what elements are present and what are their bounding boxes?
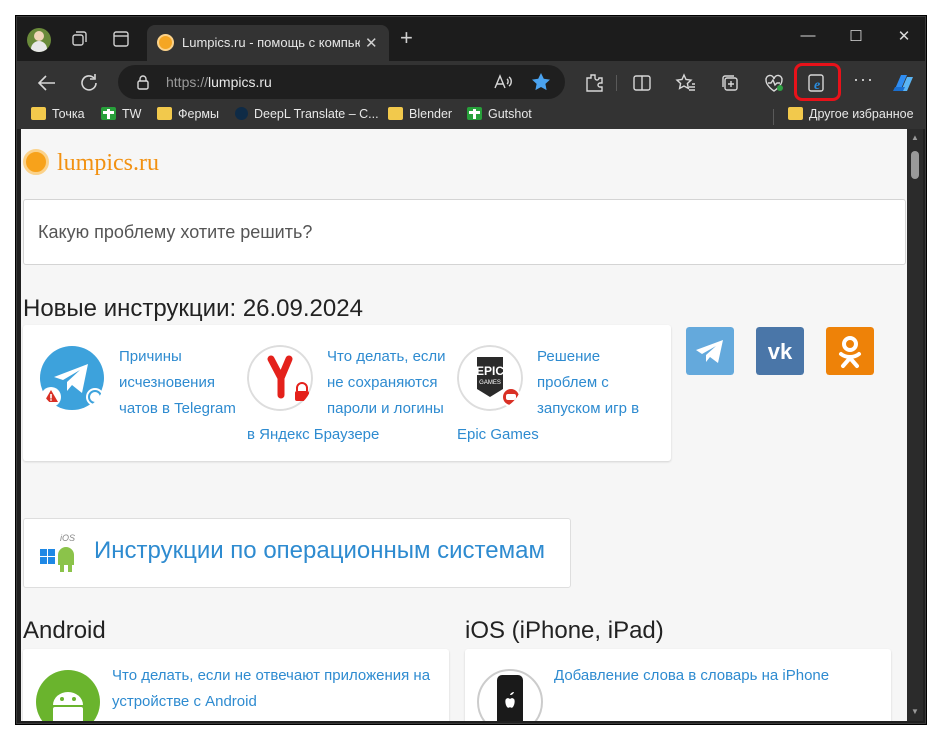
android-thumb-icon[interactable]	[35, 669, 101, 721]
vk-social-icon[interactable]: vk	[756, 327, 804, 375]
android-heading: Android	[23, 617, 106, 644]
collections-icon[interactable]	[719, 72, 741, 94]
news-item-yandex[interactable]: Что делать, если не сохраняются пароли и…	[247, 325, 457, 461]
telegram-thumb-icon[interactable]	[39, 345, 105, 411]
copilot-icon[interactable]	[889, 69, 917, 97]
news-link-yandex[interactable]: Что делать, если не сохраняются пароли и…	[327, 344, 457, 422]
profile-avatar[interactable]	[27, 28, 51, 52]
bookmark-other-favorites[interactable]: Другое избранное	[788, 107, 914, 127]
toolbar: https://lumpics.ru e ···	[17, 61, 925, 105]
bookmark-site-icon	[101, 107, 116, 120]
scroll-thumb[interactable]	[911, 151, 919, 179]
more-menu-icon[interactable]: ···	[853, 69, 875, 91]
ios-article-link[interactable]: Добавление слова в словарь на iPhone	[554, 663, 884, 689]
bookmarks-bar: Точка TW Фермы DeepL Translate – C... Bl…	[17, 105, 925, 129]
search-input[interactable]	[38, 220, 838, 244]
ios-heading: iOS (iPhone, iPad)	[465, 617, 664, 644]
news-card: Причины исчезновения чатов в Telegram Чт…	[23, 325, 671, 461]
search-box[interactable]	[23, 199, 906, 265]
back-icon[interactable]	[35, 71, 59, 95]
bookmark-blender[interactable]: Blender	[388, 107, 452, 127]
news-link-telegram[interactable]: Причины исчезновения чатов в Telegram	[119, 344, 249, 422]
workspaces-icon[interactable]	[69, 29, 89, 49]
new-tab-icon[interactable]: +	[400, 27, 413, 49]
news-item-epic[interactable]: EPIC GAMES Решение проблем с запуском игр…	[457, 325, 667, 461]
browser-window: Lumpics.ru - помощь с компьютером ✕ + — …	[16, 16, 926, 724]
iphone-thumb-icon[interactable]	[477, 669, 543, 721]
epic-logo-line2: GAMES	[479, 380, 501, 386]
yandex-browser-thumb-icon[interactable]	[247, 345, 313, 411]
news-link-yandex-tail[interactable]: в Яндекс Браузере	[247, 422, 457, 448]
title-bar: Lumpics.ru - помощь с компьютером ✕ + — …	[17, 17, 925, 61]
bookmark-tw[interactable]: TW	[101, 107, 141, 127]
bookmark-site-icon	[467, 107, 482, 120]
telegram-social-icon[interactable]	[686, 327, 734, 375]
new-instructions-heading: Новые инструкции: 26.09.2024	[23, 295, 363, 322]
ie-mode-icon[interactable]: e	[806, 72, 828, 94]
news-link-epic[interactable]: Решение проблем с запуском игр в	[537, 344, 667, 422]
os-instructions-title[interactable]: Инструкции по операционным системам	[94, 537, 545, 565]
refresh-icon[interactable]	[77, 71, 101, 95]
ios-article-card[interactable]: Добавление слова в словарь на iPhone	[465, 649, 891, 721]
favorites-icon[interactable]	[675, 72, 697, 94]
bookmark-tochka[interactable]: Точка	[31, 107, 85, 127]
extensions-icon[interactable]	[583, 72, 605, 94]
epic-games-thumb-icon[interactable]: EPIC GAMES	[457, 345, 523, 411]
android-article-card[interactable]: Что делать, если не отвечают приложения …	[23, 649, 449, 721]
android-article-link[interactable]: Что делать, если не отвечают приложения …	[112, 663, 452, 715]
os-instructions-card[interactable]: iOS Инструкции по операционным системам	[23, 518, 571, 588]
news-link-epic-tail[interactable]: Epic Games	[457, 422, 667, 448]
page-scrollbar[interactable]: ▲ ▼	[907, 129, 923, 721]
tab-close-icon[interactable]: ✕	[365, 34, 378, 52]
split-screen-icon[interactable]	[631, 72, 653, 94]
address-bar[interactable]: https://lumpics.ru	[118, 65, 565, 99]
page-content: lumpics.ru Новые инструкции: 26.09.2024 …	[21, 129, 907, 721]
ok-social-icon[interactable]	[826, 327, 874, 375]
deepl-icon	[235, 107, 248, 120]
bookmark-deepl[interactable]: DeepL Translate – C...	[235, 107, 379, 127]
favorite-star-icon[interactable]	[530, 71, 552, 93]
scroll-up-arrow-icon[interactable]: ▲	[911, 133, 919, 142]
svg-text:e: e	[814, 78, 820, 93]
epic-logo-line1: EPIC	[476, 364, 504, 378]
read-aloud-icon[interactable]	[492, 71, 514, 93]
close-window-icon[interactable]: ✕	[893, 27, 915, 49]
scroll-down-arrow-icon[interactable]: ▼	[911, 707, 919, 716]
folder-icon	[788, 107, 803, 120]
tab-active[interactable]: Lumpics.ru - помощь с компьютером ✕	[147, 25, 389, 61]
os-icon: iOS	[40, 533, 75, 572]
ios-mini-label: iOS	[60, 533, 75, 543]
news-item-telegram[interactable]: Причины исчезновения чатов в Telegram	[39, 325, 249, 461]
url-text[interactable]: https://lumpics.ru	[166, 74, 272, 90]
bookmark-gutshot[interactable]: Gutshot	[467, 107, 532, 127]
minimize-icon[interactable]: —	[797, 27, 819, 49]
bookmarks-divider	[773, 109, 774, 125]
logo-text: lumpics.ru	[57, 150, 159, 176]
lock-icon[interactable]	[136, 74, 150, 90]
folder-icon	[31, 107, 46, 120]
folder-icon	[157, 107, 172, 120]
tab-actions-icon[interactable]	[111, 29, 131, 49]
orange-logo-icon	[23, 149, 49, 175]
tab-title: Lumpics.ru - помощь с компьютером	[182, 35, 360, 50]
maximize-icon[interactable]: ☐	[845, 27, 867, 49]
bookmark-fermy[interactable]: Фермы	[157, 107, 219, 127]
svg-text:vk: vk	[768, 339, 793, 364]
tab-favicon	[157, 34, 174, 51]
performance-icon[interactable]	[763, 72, 785, 94]
folder-icon	[388, 107, 403, 120]
